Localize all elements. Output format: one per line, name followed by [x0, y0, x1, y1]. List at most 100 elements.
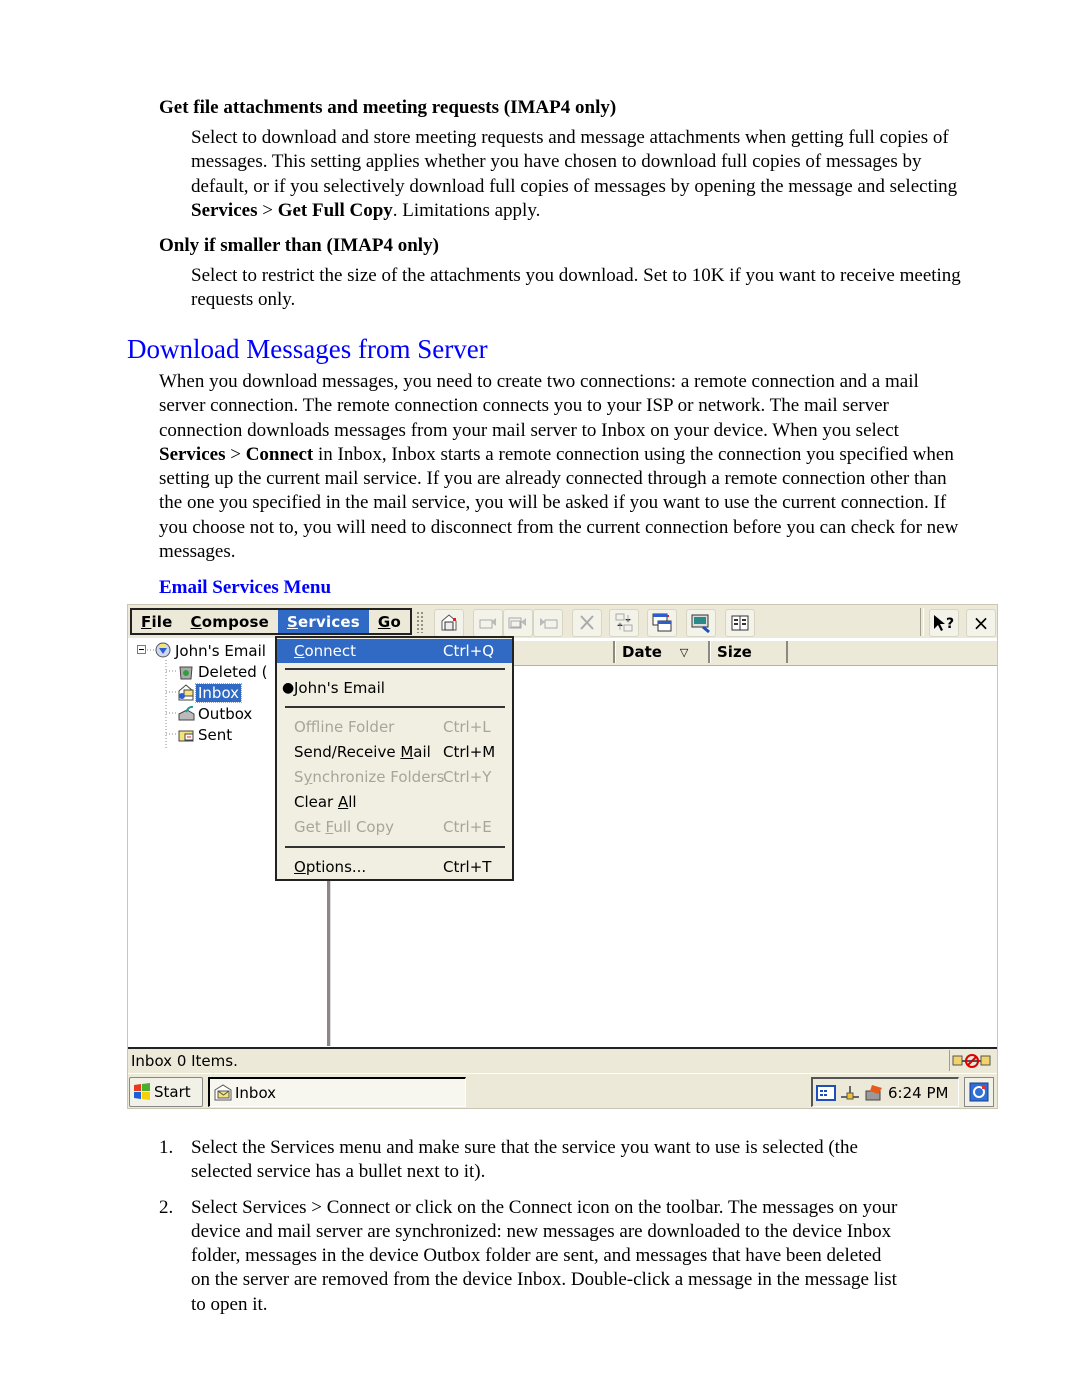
column-header-size[interactable]: Size [710, 641, 788, 663]
network-icon[interactable] [840, 1085, 860, 1101]
menu-go[interactable]: Go [369, 610, 410, 633]
menu-compose[interactable]: Compose [182, 610, 279, 633]
help-pointer-icon: ? [934, 615, 954, 632]
delete-button[interactable] [572, 609, 602, 637]
column-label: Date [622, 643, 662, 661]
text-run: > [257, 199, 278, 221]
collapse-toggle[interactable] [137, 645, 146, 654]
connection-status[interactable] [949, 1050, 994, 1071]
menu-item-label: Options... [294, 858, 367, 876]
menu-item-shortcut: Ctrl+L [443, 718, 491, 736]
menu-accelerator: G [377, 612, 391, 631]
folder-label: Sent [198, 725, 233, 744]
move-icon [691, 614, 710, 634]
menu-item-shortcut: Ctrl+Y [443, 768, 492, 786]
menu-label: ile [151, 612, 173, 631]
folder-john-s-email[interactable]: John's Email [153, 640, 268, 661]
menu-file[interactable]: File [132, 610, 182, 633]
menu-services[interactable]: Services [278, 610, 369, 633]
menu-separator [285, 846, 505, 848]
outbox-icon [178, 705, 195, 721]
printer-icon[interactable] [864, 1084, 884, 1102]
bold-term: Services [191, 199, 258, 221]
folder-sent[interactable]: Sent [176, 724, 234, 745]
folder-label: John's Email [175, 641, 266, 660]
menu-item-shortcut: Ctrl+T [443, 858, 492, 876]
menu-item-connect[interactable]: Connect Ctrl+Q [277, 639, 512, 663]
start-button[interactable]: Start [129, 1077, 203, 1107]
move-button[interactable] [686, 609, 716, 637]
menu-accelerator: C [190, 612, 202, 631]
bold-term: Services [159, 443, 226, 465]
menu-item-label: Connect [294, 642, 357, 660]
command-bar: File Compose Services Go ? × [128, 605, 997, 638]
menu-item-get-full-copy[interactable]: Get Full Copy Ctrl+E [277, 815, 512, 839]
step-number: 2. [159, 1196, 174, 1218]
toolbar-separator [920, 608, 924, 636]
connection-disconnected-icon [952, 1053, 991, 1068]
folder-deleted[interactable]: Deleted ( [176, 661, 269, 682]
toolbar-grip[interactable] [416, 611, 424, 633]
forward-icon [540, 618, 558, 629]
bold-term: Connect [245, 443, 314, 465]
help-button[interactable]: ? [929, 609, 959, 637]
start-label: Start [154, 1083, 191, 1101]
input-panel-icon[interactable] [816, 1084, 836, 1101]
status-text: Inbox 0 Items. [131, 1052, 238, 1070]
svg-text:?: ? [946, 616, 954, 632]
column-header-date[interactable]: Date ▽ [615, 641, 710, 663]
close-button[interactable]: × [966, 609, 996, 637]
section-heading-size-limit: Only if smaller than (IMAP4 only) [159, 235, 439, 256]
send-receive-button[interactable] [609, 609, 639, 637]
mailbox-icon [155, 642, 171, 658]
section-body-size-limit: Select to restrict the size of the attac… [191, 265, 961, 311]
menu-item-shortcut: Ctrl+E [443, 818, 492, 836]
menu-accelerator: S [287, 612, 299, 631]
inbox-icon [214, 1083, 232, 1100]
address-book-icon [731, 615, 749, 631]
text-run: When you download messages, you need to … [159, 371, 919, 441]
folder-outbox[interactable]: Outbox [176, 703, 254, 724]
new-message-button[interactable] [647, 609, 677, 637]
forward-button[interactable] [533, 609, 563, 637]
menu-label: ompose [201, 612, 270, 631]
text-run: > [225, 443, 246, 465]
folder-label: Inbox [194, 682, 243, 703]
desktop-icon [969, 1082, 989, 1102]
menu-item-label: Synchronize Folders [294, 768, 445, 786]
menu-label: ervices [298, 612, 360, 631]
menu-item-label: Send/Receive Mail [294, 743, 431, 761]
section-body-attachments: Select to download and store meeting req… [191, 126, 971, 223]
text-run: . Limitations apply. [392, 199, 541, 221]
menu-item-clear-all[interactable]: Clear All [277, 790, 512, 814]
figure-caption: Email Services Menu [159, 577, 332, 598]
connect-button[interactable] [434, 609, 464, 637]
menu-item-synchronize-folders[interactable]: Synchronize Folders Ctrl+Y [277, 765, 512, 789]
menu-item-offline-folder[interactable]: Offline Folder Ctrl+L [277, 715, 512, 739]
taskbar-inbox-button[interactable]: Inbox [208, 1077, 466, 1107]
menu-item-shortcut: Ctrl+M [443, 743, 496, 761]
text-run: Select to download and store meeting req… [191, 127, 958, 197]
folder-inbox[interactable]: Inbox [176, 682, 243, 703]
bold-term: Get Full Copy [277, 199, 393, 221]
folder-label: Outbox [198, 704, 253, 723]
sent-icon [178, 730, 194, 742]
menu-separator [285, 668, 505, 670]
reply-button[interactable] [473, 609, 503, 637]
delete-icon [580, 615, 594, 630]
menu-separator [285, 706, 505, 708]
pane-splitter[interactable] [327, 881, 331, 1046]
reply-all-button[interactable] [503, 609, 533, 637]
address-book-button[interactable] [725, 609, 755, 637]
menu-item-options[interactable]: Options... Ctrl+T [277, 855, 512, 879]
step-item: 2. Select Services > Connect or click on … [159, 1196, 899, 1317]
task-label: Inbox [235, 1083, 277, 1102]
menu-item-send-receive-mail[interactable]: Send/Receive Mail Ctrl+M [277, 740, 512, 764]
step-number: 1. [159, 1137, 174, 1158]
desktop-button[interactable] [964, 1077, 994, 1107]
menu-item-label: Get Full Copy [294, 818, 394, 836]
section-heading-attachments: Get file attachments and meeting request… [159, 97, 617, 118]
services-menu-dropdown: Connect Ctrl+Q ●John's Email Offline Folder… [275, 636, 514, 881]
menu-item-john-s-email[interactable]: ● John's Email [277, 676, 512, 700]
recycle-icon [179, 666, 193, 680]
